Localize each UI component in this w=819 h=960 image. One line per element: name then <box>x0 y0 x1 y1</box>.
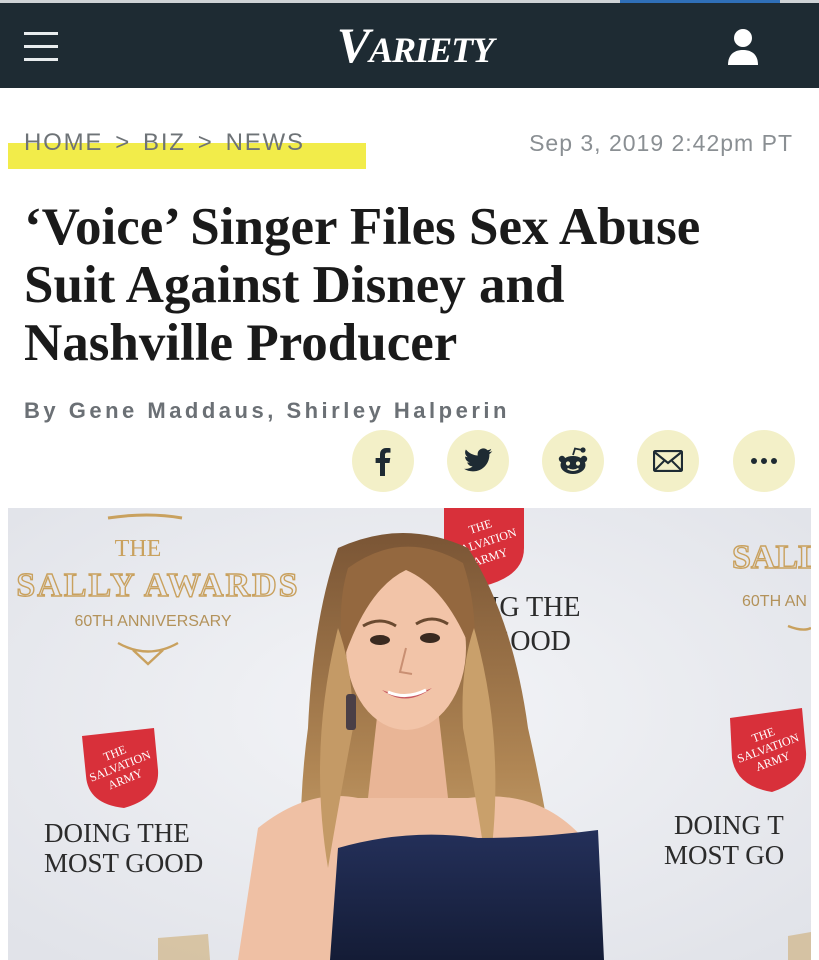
email-icon <box>653 450 683 472</box>
hero-photo-illustration: THE SALLY AWARDS 60TH ANNIVERSARY THE SA… <box>8 508 811 960</box>
svg-text:SALLY AWARDS: SALLY AWARDS <box>16 567 299 604</box>
share-more-button[interactable] <box>733 430 795 492</box>
logo-rest: ARIETY <box>369 30 494 70</box>
breadcrumb-home[interactable]: HOME <box>24 129 103 156</box>
facebook-icon <box>375 448 391 476</box>
hamburger-menu-icon[interactable] <box>22 30 62 64</box>
breadcrumb-separator: > <box>115 129 132 156</box>
variety-logo[interactable]: VARIETY <box>330 20 500 70</box>
reddit-icon <box>558 447 588 474</box>
svg-text:MOST GOOD: MOST GOOD <box>44 848 203 878</box>
svg-text:DOING T: DOING T <box>674 810 784 840</box>
breadcrumb-biz[interactable]: BIZ <box>143 129 186 156</box>
svg-text:60TH ANNIVERSARY: 60TH ANNIVERSARY <box>74 613 231 630</box>
article-hero-photo[interactable]: THE SALLY AWARDS 60TH ANNIVERSARY THE SA… <box>8 508 811 960</box>
breadcrumb-news[interactable]: NEWS <box>226 129 305 156</box>
svg-text:THE: THE <box>115 536 162 562</box>
breadcrumb-separator: > <box>197 129 214 156</box>
article-headline: ‘Voice’ Singer Files Sex Abuse Suit Agai… <box>24 198 804 372</box>
headline-line: Suit Against Disney and <box>24 256 565 314</box>
publish-datetime: Sep 3, 2019 2:42pm PT <box>529 130 793 156</box>
share-facebook-button[interactable] <box>352 430 414 492</box>
share-twitter-button[interactable] <box>447 430 509 492</box>
site-header: VARIETY <box>0 3 819 88</box>
logo-initial: V <box>336 17 370 73</box>
twitter-icon <box>464 448 493 472</box>
svg-text:MOST GO: MOST GO <box>664 840 784 870</box>
headline-line: Nashville Producer <box>24 314 458 372</box>
share-email-button[interactable] <box>637 430 699 492</box>
breadcrumb: HOME > BIZ > NEWS <box>24 129 305 157</box>
user-account-icon[interactable] <box>722 25 764 69</box>
headline-line: ‘Voice’ Singer Files Sex Abuse <box>24 198 701 256</box>
share-reddit-button[interactable] <box>542 430 604 492</box>
svg-text:IG THE: IG THE <box>490 592 580 623</box>
svg-text:DOING THE: DOING THE <box>44 818 190 848</box>
svg-text:60TH AN: 60TH AN <box>742 593 807 610</box>
more-icon <box>751 458 777 464</box>
svg-text:SALLY: SALLY <box>732 539 811 576</box>
article-byline: By Gene Maddaus, Shirley Halperin <box>24 398 510 423</box>
